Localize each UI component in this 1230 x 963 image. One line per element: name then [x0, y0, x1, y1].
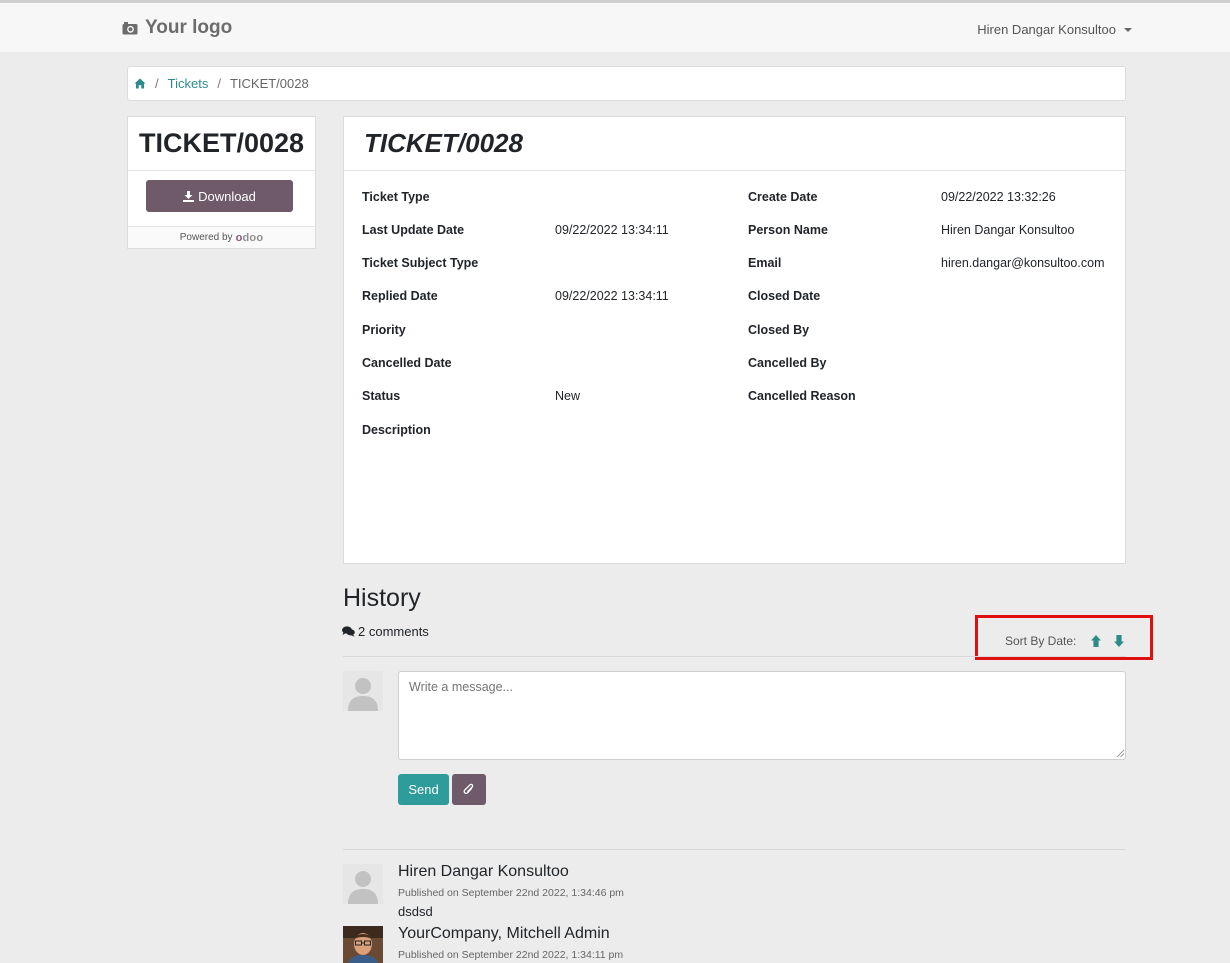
message-body: dsdsd [398, 904, 433, 919]
field-label-person-name: Person Name [748, 223, 828, 237]
field-label-description: Description [362, 423, 431, 437]
breadcrumb-current: TICKET/0028 [229, 76, 309, 91]
default-avatar-icon [343, 864, 383, 904]
field-label-replied-date: Replied Date [362, 289, 438, 303]
message-published-date: Published on September 22nd 2022, 1:34:4… [398, 887, 624, 899]
field-label-priority: Priority [362, 323, 406, 337]
logo-text: Your logo [145, 17, 233, 38]
resize-handle-icon[interactable] [1116, 749, 1125, 758]
top-navbar: Your logo Hiren Dangar Konsultoo [0, 0, 1230, 52]
field-label-cancelled-date: Cancelled Date [362, 356, 452, 370]
download-icon [183, 190, 195, 202]
user-name: Hiren Dangar Konsultoo [977, 22, 1116, 37]
field-label-email: Email [748, 256, 782, 270]
ticket-title: TICKET/0028 [344, 117, 1125, 171]
message-author: YourCompany, Mitchell Admin [398, 925, 610, 942]
ticket-summary-title: TICKET/0028 [128, 117, 315, 171]
breadcrumb-separator: / [217, 76, 221, 91]
home-icon[interactable] [134, 78, 146, 89]
ticket-details-card: TICKET/0028 Ticket Type Last Update Date… [343, 116, 1126, 564]
arrow-up-icon[interactable] [1090, 634, 1102, 648]
avatar [343, 671, 383, 711]
sort-by-date-label: Sort By Date: [1005, 634, 1077, 648]
field-value-email: hiren.dangar@konsultoo.com [941, 256, 1105, 270]
send-button[interactable]: Send [398, 774, 449, 805]
paperclip-icon [463, 783, 474, 794]
default-avatar-icon [343, 671, 383, 711]
field-label-ticket-type: Ticket Type [362, 190, 430, 204]
message-input[interactable] [398, 671, 1126, 760]
breadcrumb-separator: / [155, 76, 159, 91]
powered-by: Powered by odoo [128, 226, 315, 248]
field-label-create-date: Create Date [748, 190, 818, 204]
download-button[interactable]: Download [146, 180, 293, 212]
powered-by-label: Powered by [179, 232, 233, 243]
odoo-logo[interactable]: odoo [236, 232, 264, 244]
field-label-cancelled-by: Cancelled By [748, 356, 827, 370]
logo[interactable]: Your logo [122, 17, 232, 39]
field-label-last-update-date: Last Update Date [362, 223, 465, 237]
download-label: Download [198, 188, 256, 204]
field-label-status: Status [362, 389, 401, 403]
camera-icon [122, 22, 138, 35]
field-value-replied-date: 09/22/2022 13:34:11 [555, 289, 669, 303]
comments-icon [342, 626, 355, 637]
field-value-status: New [555, 389, 581, 403]
attach-button[interactable] [452, 774, 486, 805]
divider [343, 656, 1126, 657]
field-label-closed-by: Closed By [748, 323, 810, 337]
field-label-ticket-subject-type: Ticket Subject Type [362, 256, 479, 270]
breadcrumb-tickets-link[interactable]: Tickets [168, 76, 209, 91]
comments-count: 2 comments [342, 624, 429, 639]
breadcrumb: / Tickets / TICKET/0028 [127, 66, 1126, 101]
history-title: History [343, 584, 421, 612]
avatar [343, 926, 383, 963]
field-value-last-update-date: 09/22/2022 13:34:11 [555, 223, 669, 237]
message-published-date: Published on September 22nd 2022, 1:34:1… [398, 949, 624, 961]
field-value-create-date: 09/22/2022 13:32:26 [941, 190, 1056, 204]
comments-count-text: 2 comments [358, 624, 429, 639]
user-menu-dropdown[interactable]: Hiren Dangar Konsultoo [977, 22, 1132, 37]
caret-down-icon [1124, 28, 1132, 32]
message-author: Hiren Dangar Konsultoo [398, 863, 569, 880]
field-label-cancelled-reason: Cancelled Reason [748, 389, 856, 403]
ticket-summary-card: TICKET/0028 Download Powered by odoo [127, 116, 316, 249]
field-value-person-name: Hiren Dangar Konsultoo [941, 223, 1075, 237]
avatar [343, 864, 383, 904]
field-label-closed-date: Closed Date [748, 289, 821, 303]
divider [343, 849, 1126, 850]
send-label: Send [408, 782, 439, 797]
user-photo-icon [343, 926, 383, 963]
arrow-down-icon[interactable] [1113, 634, 1125, 648]
